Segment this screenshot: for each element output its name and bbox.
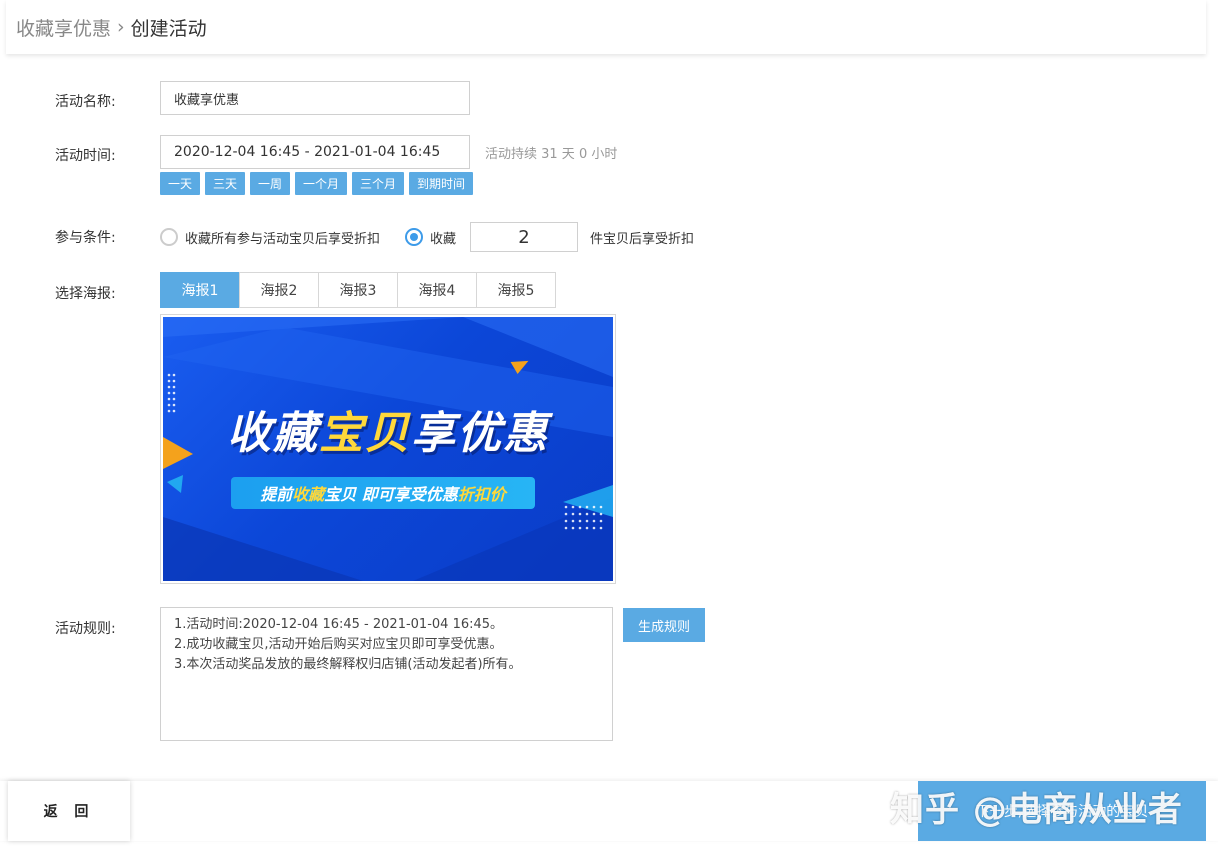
item-count-input[interactable]: 2	[470, 222, 579, 252]
rules-line: 3.本次活动奖品发放的最终解释权归店铺(活动发起者)所有。	[174, 657, 522, 672]
name-label: 活动名称:	[55, 94, 116, 110]
activity-time-input[interactable]: 2020-12-04 16:45 - 2021-01-04 16:45	[160, 135, 470, 169]
rules-label: 活动规则:	[55, 621, 116, 637]
radio-all-items-label: 收藏所有参与活动宝贝后享受折扣	[185, 231, 381, 247]
quick-time-1day-button[interactable]: 一天	[160, 172, 200, 195]
chevron-right-icon: ›	[117, 16, 125, 38]
radio-item-count[interactable]	[405, 228, 424, 246]
poster-tabs: 海报1 海报2 海报3 海报4 海报5	[160, 272, 556, 308]
condition-label: 参与条件:	[55, 230, 116, 246]
time-label: 活动时间:	[55, 148, 116, 164]
breadcrumb: 收藏享优惠 › 创建活动	[6, 0, 1206, 54]
poster-label: 选择海报:	[55, 286, 116, 302]
tab-poster-2[interactable]: 海报2	[239, 272, 319, 308]
watermark-text: 知乎 @电商从业者	[890, 790, 1183, 830]
poster-preview: 收藏宝贝享优惠 提前收藏宝贝 即可享受优惠折扣价	[160, 314, 616, 584]
radio-item-count-label: 收藏	[430, 231, 457, 247]
poster-subtitle: 提前收藏宝贝 即可享受优惠折扣价	[260, 485, 506, 504]
rules-textarea[interactable]: 1.活动时间:2020-12-04 16:45 - 2021-01-04 16:…	[160, 607, 613, 741]
item-count-suffix: 件宝贝后享受折扣	[590, 231, 695, 247]
tab-poster-5[interactable]: 海报5	[476, 272, 556, 308]
quick-time-expire-button[interactable]: 到期时间	[409, 172, 473, 195]
tab-poster-3[interactable]: 海报3	[318, 272, 398, 308]
rules-line: 2.成功收藏宝贝,活动开始后购买对应宝贝即可享受优惠。	[174, 637, 503, 652]
quick-time-1month-button[interactable]: 一个月	[295, 172, 347, 195]
quick-time-3day-button[interactable]: 三天	[205, 172, 245, 195]
quick-time-buttons: 一天 三天 一周 一个月 三个月 到期时间	[160, 172, 473, 195]
tab-poster-1[interactable]: 海报1	[160, 272, 240, 308]
back-button[interactable]: 返 回	[8, 781, 130, 841]
condition-radio-group: 收藏所有参与活动宝贝后享受折扣 收藏 2 件宝贝后享受折扣	[160, 222, 694, 252]
quick-time-1week-button[interactable]: 一周	[250, 172, 290, 195]
tab-poster-4[interactable]: 海报4	[397, 272, 477, 308]
poster-subtitle-banner: 提前收藏宝贝 即可享受优惠折扣价	[231, 477, 535, 509]
page-title: 创建活动	[130, 17, 207, 40]
rules-line: 1.活动时间:2020-12-04 16:45 - 2021-01-04 16:…	[174, 617, 504, 632]
poster-title: 收藏宝贝享优惠	[227, 408, 549, 459]
generate-rules-button[interactable]: 生成规则	[623, 608, 705, 642]
duration-hint: 活动持续 31 天 0 小时	[485, 147, 618, 162]
quick-time-3month-button[interactable]: 三个月	[352, 172, 404, 195]
radio-all-items[interactable]	[160, 228, 178, 246]
activity-name-input[interactable]: 收藏享优惠	[160, 81, 470, 115]
breadcrumb-parent-link[interactable]: 收藏享优惠	[16, 14, 111, 41]
poster-image: 收藏宝贝享优惠 提前收藏宝贝 即可享受优惠折扣价	[163, 317, 613, 581]
